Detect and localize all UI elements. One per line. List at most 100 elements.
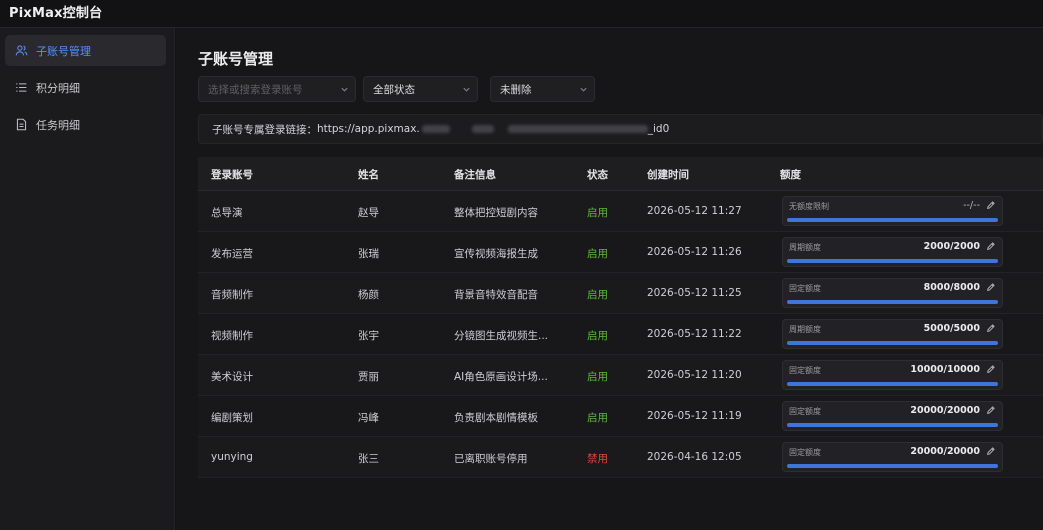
deleted-select[interactable]: 未删除 bbox=[490, 76, 595, 102]
edit-icon[interactable] bbox=[986, 200, 996, 210]
cell-name: 杨颜 bbox=[358, 289, 379, 301]
cell-created-time: 2026-05-12 11:22 bbox=[647, 328, 742, 340]
login-link-url-end: _id0 bbox=[647, 123, 670, 135]
quota-value: 10000/10000 bbox=[910, 364, 980, 375]
cell-name: 冯峰 bbox=[358, 412, 379, 424]
status-badge: 启用 bbox=[587, 289, 608, 301]
quota-progress-fill bbox=[787, 341, 998, 345]
quota-progress-fill bbox=[787, 300, 998, 304]
edit-icon[interactable] bbox=[986, 446, 996, 456]
quota-card: 无额度限制 --/-- bbox=[782, 196, 1003, 226]
cell-account: 发布运营 bbox=[211, 248, 253, 260]
quota-progress-track bbox=[787, 464, 998, 468]
quota-card: 固定额度 10000/10000 bbox=[782, 360, 1003, 390]
quota-value: 2000/2000 bbox=[923, 241, 980, 252]
sidebar-item-sub-accounts[interactable]: 子账号管理 bbox=[5, 35, 166, 66]
column-header-created: 创建时间 bbox=[647, 169, 689, 181]
login-link-label: 子账号专属登录链接： bbox=[212, 123, 317, 136]
cell-account: 总导演 bbox=[211, 207, 243, 219]
chevron-down-icon bbox=[333, 85, 355, 94]
deleted-select-value: 未删除 bbox=[500, 83, 532, 96]
status-badge: 启用 bbox=[587, 207, 608, 219]
edit-icon[interactable] bbox=[986, 282, 996, 292]
table-row[interactable]: 视频制作 张宇 分镜图生成视频生... 启用 2026-05-12 11:22 周期额度 5… bbox=[198, 314, 1043, 355]
quota-progress-track bbox=[787, 341, 998, 345]
cell-created-time: 2026-05-12 11:26 bbox=[647, 246, 742, 258]
quota-card: 固定额度 20000/20000 bbox=[782, 442, 1003, 472]
quota-progress-track bbox=[787, 259, 998, 263]
quota-progress-track bbox=[787, 382, 998, 386]
document-icon bbox=[14, 118, 28, 132]
quota-card: 周期额度 2000/2000 bbox=[782, 237, 1003, 267]
quota-value: 8000/8000 bbox=[923, 282, 980, 293]
table-row[interactable]: 音频制作 杨颜 背景音特效音配音 启用 2026-05-12 11:25 固定额度 8000… bbox=[198, 273, 1043, 314]
account-search-select[interactable]: 选择或搜索登录账号 bbox=[198, 76, 356, 102]
table-header: 登录账号 姓名 备注信息 状态 创建时间 额度 bbox=[198, 157, 1043, 191]
redacted-text bbox=[507, 125, 648, 133]
status-badge: 启用 bbox=[587, 248, 608, 260]
sidebar: 子账号管理 积分明细 任务明细 bbox=[0, 28, 175, 530]
table-row[interactable]: 编剧策划 冯峰 负责剧本剧情模板 启用 2026-05-12 11:19 固定额度 2000… bbox=[198, 396, 1043, 437]
quota-progress-track bbox=[787, 423, 998, 427]
column-header-quota: 额度 bbox=[780, 169, 801, 181]
cell-account: 音频制作 bbox=[211, 289, 253, 301]
redacted-text bbox=[471, 125, 494, 133]
sidebar-item-label: 积分明细 bbox=[36, 81, 80, 95]
status-badge: 启用 bbox=[587, 330, 608, 342]
cell-note: 宣传视频海报生成 bbox=[454, 248, 538, 260]
app-title: PixMax控制台 bbox=[9, 6, 103, 21]
sidebar-item-label: 子账号管理 bbox=[36, 44, 91, 58]
table-row[interactable]: 美术设计 贾丽 AI角色原画设计场... 启用 2026-05-12 11:20 固定额度… bbox=[198, 355, 1043, 396]
users-icon bbox=[14, 44, 28, 58]
cell-note: 背景音特效音配音 bbox=[454, 289, 538, 301]
quota-type: 周期额度 bbox=[789, 325, 821, 334]
quota-value: 20000/20000 bbox=[910, 446, 980, 457]
chevron-down-icon bbox=[572, 85, 594, 94]
table-row[interactable]: 发布运营 张瑞 宣传视频海报生成 启用 2026-05-12 11:26 周期额度 2000… bbox=[198, 232, 1043, 273]
cell-name: 张三 bbox=[358, 453, 379, 465]
sub-account-table: 登录账号 姓名 备注信息 状态 创建时间 额度 总导演 赵导 整体把控短剧内容 启用 2… bbox=[198, 157, 1043, 478]
chevron-down-icon bbox=[455, 85, 477, 94]
cell-account: yunying bbox=[211, 451, 253, 463]
quota-progress-fill bbox=[787, 259, 998, 263]
edit-icon[interactable] bbox=[986, 241, 996, 251]
sidebar-item-label: 任务明细 bbox=[36, 118, 80, 132]
quota-type: 周期额度 bbox=[789, 243, 821, 252]
cell-note: AI角色原画设计场... bbox=[454, 371, 548, 383]
edit-icon[interactable] bbox=[986, 323, 996, 333]
quota-type: 固定额度 bbox=[789, 448, 821, 457]
edit-icon[interactable] bbox=[986, 364, 996, 374]
status-select-value: 全部状态 bbox=[373, 83, 415, 96]
table-row[interactable]: 总导演 赵导 整体把控短剧内容 启用 2026-05-12 11:27 无额度限制 --/-… bbox=[198, 191, 1043, 232]
column-header-status: 状态 bbox=[587, 169, 608, 181]
login-link-url-start[interactable]: https://app.pixmax. bbox=[317, 123, 420, 135]
status-badge: 启用 bbox=[587, 371, 608, 383]
cell-name: 贾丽 bbox=[358, 371, 379, 383]
column-header-note: 备注信息 bbox=[454, 169, 496, 181]
quota-card: 固定额度 20000/20000 bbox=[782, 401, 1003, 431]
column-header-account: 登录账号 bbox=[211, 169, 253, 181]
table-row[interactable]: yunying 张三 已离职账号停用 禁用 2026-04-16 12:05 固定额度 20… bbox=[198, 437, 1043, 478]
edit-icon[interactable] bbox=[986, 405, 996, 415]
cell-account: 美术设计 bbox=[211, 371, 253, 383]
column-header-name: 姓名 bbox=[358, 169, 379, 181]
quota-progress-fill bbox=[787, 464, 998, 468]
status-select[interactable]: 全部状态 bbox=[363, 76, 478, 102]
quota-value: 5000/5000 bbox=[923, 323, 980, 334]
account-search-placeholder: 选择或搜索登录账号 bbox=[208, 83, 303, 96]
table-body: 总导演 赵导 整体把控短剧内容 启用 2026-05-12 11:27 无额度限制 --/-… bbox=[198, 191, 1043, 478]
quota-progress-fill bbox=[787, 423, 998, 427]
cell-account: 编剧策划 bbox=[211, 412, 253, 424]
cell-name: 赵导 bbox=[358, 207, 379, 219]
cell-created-time: 2026-05-12 11:19 bbox=[647, 410, 742, 422]
cell-created-time: 2026-04-16 12:05 bbox=[647, 451, 742, 463]
cell-note: 分镜图生成视频生... bbox=[454, 330, 549, 342]
sidebar-item-tasks[interactable]: 任务明细 bbox=[5, 109, 166, 140]
sidebar-item-points[interactable]: 积分明细 bbox=[5, 72, 166, 103]
quota-progress-fill bbox=[787, 218, 998, 222]
cell-note: 已离职账号停用 bbox=[454, 453, 528, 465]
cell-note: 整体把控短剧内容 bbox=[454, 207, 538, 219]
redacted-text bbox=[421, 125, 450, 133]
cell-created-time: 2026-05-12 11:27 bbox=[647, 205, 742, 217]
cell-name: 张瑞 bbox=[358, 248, 379, 260]
